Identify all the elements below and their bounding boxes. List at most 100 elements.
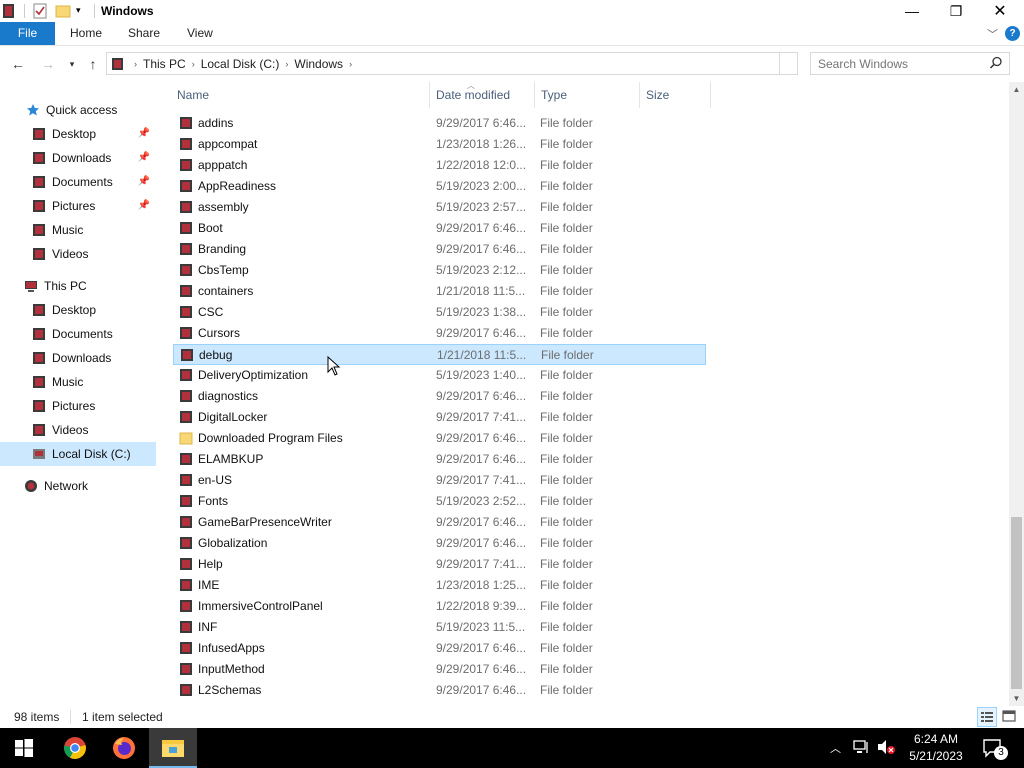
network-tray-icon[interactable] bbox=[852, 738, 870, 768]
nav-pc-videos[interactable]: Videos bbox=[0, 418, 156, 442]
file-row[interactable]: DigitalLocker 9/29/2017 7:41... File folde… bbox=[173, 407, 706, 428]
file-row[interactable]: diagnostics 9/29/2017 6:46... File folder bbox=[173, 386, 706, 407]
file-row[interactable]: Boot 9/29/2017 6:46... File folder bbox=[173, 218, 706, 239]
nav-qa-desktop[interactable]: Desktop 📌 bbox=[0, 122, 156, 146]
tab-view[interactable]: View bbox=[173, 22, 227, 45]
action-center-button[interactable]: 3 bbox=[982, 738, 1008, 768]
file-row[interactable]: containers 1/21/2018 11:5... File folder bbox=[173, 281, 706, 302]
customize-toolbar-icon[interactable]: ▾ bbox=[76, 5, 81, 21]
breadcrumb-windows[interactable]: Windows bbox=[294, 57, 343, 71]
nav-label: Network bbox=[44, 479, 89, 493]
show-hidden-icons[interactable]: ︿ bbox=[830, 740, 841, 768]
back-arrow-icon[interactable]: ← bbox=[8, 55, 28, 73]
file-row[interactable]: Globalization 9/29/2017 6:46... File folde… bbox=[173, 533, 706, 554]
file-row[interactable]: Cursors 9/29/2017 6:46... File folder bbox=[173, 323, 706, 344]
column-name[interactable]: Name bbox=[172, 82, 430, 108]
nav-pc-desktop[interactable]: Desktop bbox=[0, 298, 156, 322]
file-row[interactable]: en-US 9/29/2017 7:41... File folder bbox=[173, 470, 706, 491]
column-size[interactable]: Size bbox=[641, 82, 711, 108]
nav-network[interactable]: Network bbox=[0, 474, 156, 498]
file-row[interactable]: CbsTemp 5/19/2023 2:12... File folder bbox=[173, 260, 706, 281]
minimize-button[interactable]: — bbox=[890, 0, 934, 22]
file-row[interactable]: appcompat 1/23/2018 1:26... File folder bbox=[173, 134, 706, 155]
details-view-button[interactable] bbox=[977, 707, 997, 727]
vertical-scrollbar[interactable]: ▲ ▼ bbox=[1009, 82, 1024, 706]
file-row[interactable]: Downloaded Program Files 9/29/2017 6:46..… bbox=[173, 428, 706, 449]
properties-icon[interactable] bbox=[33, 3, 48, 19]
breadcrumb-this-pc[interactable]: This PC bbox=[143, 57, 186, 71]
nav-label: Pictures bbox=[52, 399, 96, 413]
forward-arrow-icon[interactable]: → bbox=[38, 55, 58, 73]
nav-pc-music[interactable]: Music bbox=[0, 370, 156, 394]
nav-qa-downloads[interactable]: Downloads 📌 bbox=[0, 146, 156, 170]
file-type: File folder bbox=[540, 536, 593, 550]
scroll-up-icon[interactable]: ▲ bbox=[1009, 82, 1024, 97]
breadcrumb-separator-icon[interactable]: › bbox=[285, 59, 288, 69]
file-row[interactable]: L2Schemas 9/29/2017 6:46... File folder bbox=[173, 680, 706, 701]
file-row[interactable]: Help 9/29/2017 7:41... File folder bbox=[173, 554, 706, 575]
column-type[interactable]: Type bbox=[536, 82, 640, 108]
expand-ribbon-icon[interactable]: ﹀ bbox=[987, 26, 998, 42]
nav-qa-documents[interactable]: Documents 📌 bbox=[0, 170, 156, 194]
restore-button[interactable]: ❐ bbox=[934, 0, 978, 22]
nav-qa-pictures[interactable]: Pictures 📌 bbox=[0, 194, 156, 218]
breadcrumb-separator-icon[interactable]: › bbox=[134, 59, 137, 69]
file-explorer-taskbar-button[interactable] bbox=[149, 728, 197, 768]
file-row[interactable]: GameBarPresenceWriter 9/29/2017 6:46... Fi… bbox=[173, 512, 706, 533]
file-row[interactable]: ImmersiveControlPanel 1/22/2018 9:39... Fi… bbox=[173, 596, 706, 617]
firefox-taskbar-button[interactable] bbox=[100, 728, 148, 768]
scrollbar-thumb[interactable] bbox=[1011, 517, 1022, 689]
nav-pc-local-disk[interactable]: Local Disk (C:) bbox=[0, 442, 156, 466]
search-box[interactable] bbox=[810, 52, 1010, 75]
file-row[interactable]: DeliveryOptimization 5/19/2023 1:40... Fil… bbox=[173, 365, 706, 386]
file-row[interactable]: AppReadiness 5/19/2023 2:00... File folder bbox=[173, 176, 706, 197]
large-icons-view-button[interactable] bbox=[1000, 707, 1020, 727]
scroll-down-icon[interactable]: ▼ bbox=[1009, 691, 1024, 706]
breadcrumb-local-disk[interactable]: Local Disk (C:) bbox=[201, 57, 280, 71]
nav-quick-access[interactable]: Quick access bbox=[0, 98, 156, 122]
recent-locations-icon[interactable]: ▾ bbox=[62, 55, 82, 73]
file-row[interactable]: debug 1/21/2018 11:5... File folder bbox=[173, 344, 706, 365]
column-date-modified[interactable]: Date modified bbox=[431, 82, 535, 108]
nav-pc-documents[interactable]: Documents bbox=[0, 322, 156, 346]
address-dropdown[interactable] bbox=[779, 53, 797, 74]
address-bar[interactable]: › This PC › Local Disk (C:) › Windows › bbox=[106, 52, 798, 75]
file-date-modified: 9/29/2017 7:41... bbox=[436, 473, 527, 487]
nav-pc-downloads[interactable]: Downloads bbox=[0, 346, 156, 370]
file-row[interactable]: ELAMBKUP 9/29/2017 6:46... File folder bbox=[173, 449, 706, 470]
nav-qa-videos[interactable]: Videos bbox=[0, 242, 156, 266]
new-folder-icon[interactable] bbox=[55, 3, 71, 19]
tab-share[interactable]: Share bbox=[114, 22, 174, 45]
breadcrumb-separator-icon[interactable]: › bbox=[192, 59, 195, 69]
help-icon[interactable]: ? bbox=[1005, 26, 1020, 41]
breadcrumb-separator-icon[interactable]: › bbox=[349, 59, 352, 69]
chrome-taskbar-button[interactable] bbox=[51, 728, 99, 768]
file-row[interactable]: assembly 5/19/2023 2:57... File folder bbox=[173, 197, 706, 218]
close-button[interactable]: ✕ bbox=[978, 0, 1022, 22]
file-row[interactable]: InfusedApps 9/29/2017 6:46... File folder bbox=[173, 638, 706, 659]
file-row[interactable]: INF 5/19/2023 11:5... File folder bbox=[173, 617, 706, 638]
up-arrow-icon[interactable]: ↑ bbox=[83, 55, 103, 73]
search-icon[interactable] bbox=[989, 56, 1003, 70]
file-type: File folder bbox=[540, 221, 593, 235]
search-input[interactable] bbox=[811, 53, 989, 74]
nav-qa-music[interactable]: Music bbox=[0, 218, 156, 242]
nav-this-pc[interactable]: This PC bbox=[0, 274, 156, 298]
nav-pc-pictures[interactable]: Pictures bbox=[0, 394, 156, 418]
file-name: L2Schemas bbox=[198, 683, 262, 697]
tab-home[interactable]: Home bbox=[56, 22, 116, 45]
file-row[interactable]: apppatch 1/22/2018 12:0... File folder bbox=[173, 155, 706, 176]
app-icon[interactable] bbox=[2, 3, 16, 19]
system-clock[interactable]: 6:24 AM 5/21/2023 bbox=[898, 731, 974, 765]
start-button[interactable] bbox=[0, 728, 48, 768]
file-row[interactable]: IME 1/23/2018 1:25... File folder bbox=[173, 575, 706, 596]
volume-muted-icon[interactable] bbox=[876, 738, 896, 768]
tab-file[interactable]: File bbox=[0, 22, 55, 45]
file-row[interactable]: Fonts 5/19/2023 2:52... File folder bbox=[173, 491, 706, 512]
file-row[interactable]: addins 9/29/2017 6:46... File folder bbox=[173, 113, 706, 134]
file-row[interactable]: InputMethod 9/29/2017 6:46... File folder bbox=[173, 659, 706, 680]
file-name: Globalization bbox=[198, 536, 268, 550]
nav-label: Videos bbox=[52, 247, 89, 261]
file-row[interactable]: CSC 5/19/2023 1:38... File folder bbox=[173, 302, 706, 323]
file-row[interactable]: Branding 9/29/2017 6:46... File folder bbox=[173, 239, 706, 260]
